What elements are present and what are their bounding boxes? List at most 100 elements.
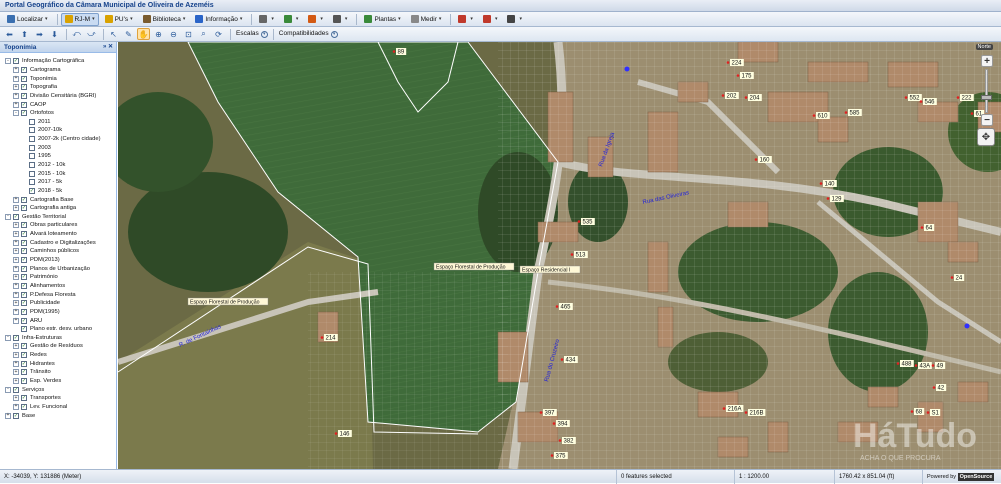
refresh-icon[interactable]: ⟳ [212,28,225,40]
zoom-next-icon[interactable]: ⤻ [85,28,98,40]
layer-checkbox[interactable]: ✓ [13,412,19,419]
layer-checkbox[interactable]: ✓ [29,187,35,194]
zoom-extent-icon[interactable]: ⌕ [197,28,210,40]
escalas-dropdown[interactable]: Escalas ▾ [236,30,268,38]
layer-item[interactable]: - ✓ Infra-Estruturas [0,334,116,343]
expand-toggle-icon[interactable]: + [5,412,11,419]
layer-checkbox[interactable]: ✓ [21,326,27,333]
point-marker[interactable] [624,66,630,72]
collapse-toggle-icon[interactable]: - [5,334,11,341]
expand-toggle-icon[interactable]: + [13,222,19,229]
collapse-icon[interactable]: » [103,44,106,50]
zoom-slider[interactable] [985,69,988,113]
expand-toggle-icon[interactable]: + [13,360,19,367]
down-arrow-icon[interactable]: ⬇ [48,28,61,40]
layer-checkbox[interactable]: ✓ [21,378,27,385]
layer-item[interactable]: 2007-2k (Centro cidade) [0,135,116,144]
layer-item[interactable]: + ✓ Publicidade [0,299,116,308]
layer-item[interactable]: + ✓ ARU [0,316,116,325]
expand-toggle-icon[interactable]: + [13,84,19,91]
layer-checkbox[interactable]: ✓ [21,248,27,255]
layer-checkbox[interactable] [29,179,35,186]
layer-checkbox[interactable]: ✓ [13,386,19,393]
layer-checkbox[interactable]: ✓ [21,239,27,246]
expand-toggle-icon[interactable]: + [13,205,19,212]
plantas-menu[interactable]: Plantas ▾ [360,13,404,26]
layer-checkbox[interactable] [29,127,35,134]
identify-icon[interactable]: ✎ [122,28,135,40]
biblioteca-menu[interactable]: Biblioteca ▾ [139,13,190,26]
layer-item[interactable]: + ✓ Hidrantes [0,359,116,368]
pin-menu[interactable]: ▾ [304,13,327,26]
layer-checkbox[interactable]: ✓ [21,317,27,324]
expand-toggle-icon[interactable]: + [13,92,19,99]
layer-item[interactable]: + ✓ Toponímia [0,74,116,83]
expand-toggle-icon[interactable]: + [13,395,19,402]
layer-item[interactable]: 2007-10k [0,126,116,135]
close-icon[interactable]: ✕ [108,44,113,50]
layer-item[interactable]: 2003 [0,143,116,152]
layer-item[interactable]: + ✓ Cadastro e Digitalizações [0,238,116,247]
expand-toggle-icon[interactable]: + [13,300,19,307]
layer-checkbox[interactable] [29,136,35,143]
layer-checkbox[interactable]: ✓ [21,66,27,73]
expand-toggle-icon[interactable]: + [13,196,19,203]
layer-item[interactable]: + ✓ Alvará loteamento [0,230,116,239]
expand-toggle-icon[interactable]: + [13,378,19,385]
localizar-menu[interactable]: Localizar ▾ [3,13,52,26]
layer-checkbox[interactable] [29,170,35,177]
layer-item[interactable]: - ✓ Gestão Territorial [0,213,116,222]
expand-toggle-icon[interactable]: + [13,291,19,298]
layer-item[interactable]: - ✓ Serviços [0,385,116,394]
expand-toggle-icon[interactable]: + [13,257,19,264]
layer-checkbox[interactable]: ✓ [21,300,27,307]
collapse-toggle-icon[interactable]: - [5,386,11,393]
expand-toggle-icon[interactable]: + [13,352,19,359]
settings-menu[interactable]: ▾ [329,13,352,26]
layer-item[interactable]: 2012 - 10k [0,161,116,170]
layer-checkbox[interactable] [29,118,35,125]
layer-item[interactable]: + ✓ Redes [0,351,116,360]
layer-checkbox[interactable]: ✓ [21,110,27,117]
layer-checkbox[interactable]: ✓ [21,308,27,315]
layer-checkbox[interactable] [29,144,35,151]
export-menu[interactable]: ▾ [280,13,303,26]
collapse-toggle-icon[interactable]: - [5,58,11,65]
layer-checkbox[interactable]: ✓ [13,334,19,341]
zoom-in-button[interactable]: + [981,55,993,67]
up-arrow-icon[interactable]: ⬆ [18,28,31,40]
layer-item[interactable]: + ✓ Obras particulares [0,221,116,230]
layer-item[interactable]: + ✓ Trânsito [0,368,116,377]
layer-checkbox[interactable]: ✓ [21,282,27,289]
layer-checkbox[interactable]: ✓ [21,196,27,203]
layer-item[interactable]: + ✓ Caminhos públicos [0,247,116,256]
layer-checkbox[interactable]: ✓ [21,265,27,272]
tools-menu[interactable]: ▾ [503,13,526,26]
expand-toggle-icon[interactable]: + [13,248,19,255]
expand-toggle-icon[interactable]: + [13,343,19,350]
layer-item[interactable]: + ✓ Cartografia antiga [0,204,116,213]
layer-item[interactable]: + ✓ Lev. Funcional [0,403,116,412]
layer-checkbox[interactable]: ✓ [21,92,27,99]
expand-toggle-icon[interactable]: + [13,75,19,82]
expand-toggle-icon[interactable]: + [13,101,19,108]
layer-checkbox[interactable]: ✓ [21,257,27,264]
layer-checkbox[interactable]: ✓ [21,84,27,91]
expand-toggle-icon[interactable]: + [13,369,19,376]
expand-toggle-icon[interactable]: + [13,317,19,324]
layer-item[interactable]: + ✓ Cartograma [0,66,116,75]
zoom-out-button[interactable]: − [981,114,993,126]
layer-item[interactable]: 2011 [0,117,116,126]
collapse-toggle-icon[interactable]: - [5,213,11,220]
zoom-in-icon[interactable]: ⊕ [152,28,165,40]
layer-item[interactable]: + ✓ Gestão de Resíduos [0,342,116,351]
layer-checkbox[interactable]: ✓ [13,58,19,65]
zoom-out-icon[interactable]: ⊖ [167,28,180,40]
layer-checkbox[interactable]: ✓ [21,274,27,281]
layer-checkbox[interactable]: ✓ [21,75,27,82]
print-menu[interactable]: ▾ [255,13,278,26]
layer-item[interactable]: + ✓ Planos de Urbanização [0,264,116,273]
expand-toggle-icon[interactable]: + [13,274,19,281]
forward-arrow-icon[interactable]: ➡ [33,28,46,40]
layer-checkbox[interactable]: ✓ [21,403,27,410]
